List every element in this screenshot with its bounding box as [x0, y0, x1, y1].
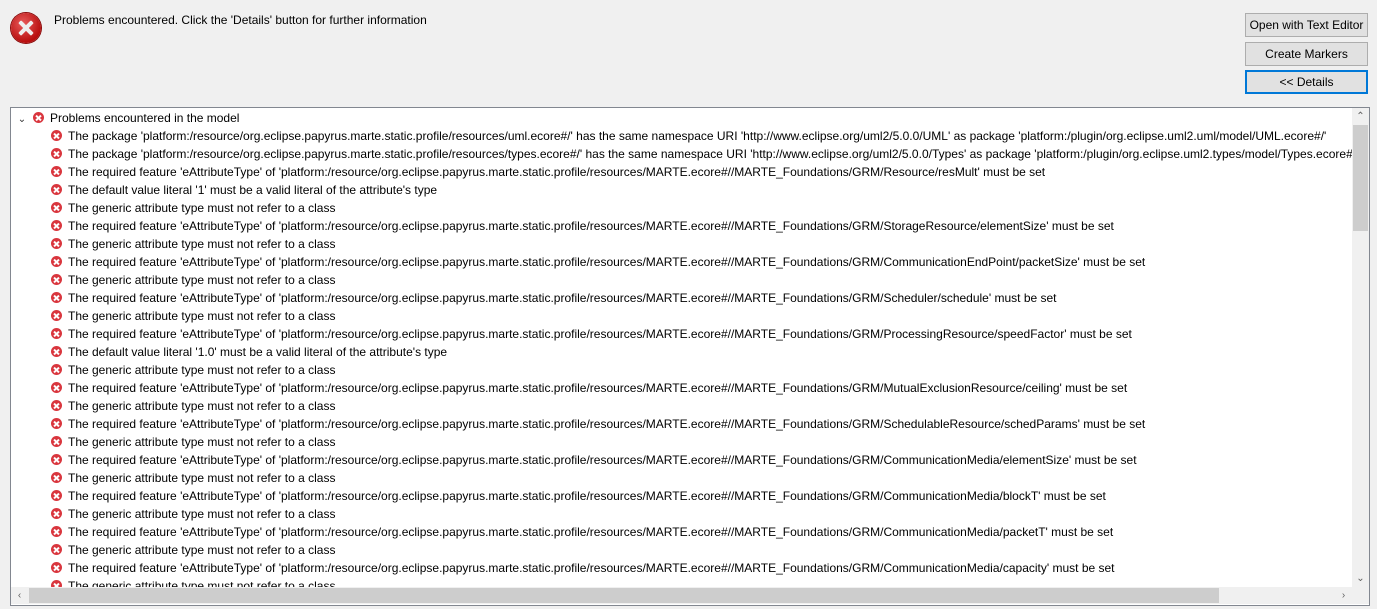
- error-icon: [51, 220, 62, 231]
- tree-item-label: The required feature 'eAttributeType' of…: [68, 327, 1132, 341]
- tree-item[interactable]: The generic attribute type must not refe…: [11, 361, 1352, 379]
- tree-item[interactable]: The generic attribute type must not refe…: [11, 271, 1352, 289]
- tree-item-label: The generic attribute type must not refe…: [68, 399, 336, 413]
- horizontal-scroll-thumb[interactable]: [29, 588, 1219, 603]
- tree-item[interactable]: The generic attribute type must not refe…: [11, 433, 1352, 451]
- tree-item[interactable]: The generic attribute type must not refe…: [11, 469, 1352, 487]
- tree-item-label: The required feature 'eAttributeType' of…: [68, 219, 1114, 233]
- tree-item[interactable]: The required feature 'eAttributeType' of…: [11, 217, 1352, 235]
- tree-item-label: The required feature 'eAttributeType' of…: [68, 561, 1115, 575]
- tree-item-label: The generic attribute type must not refe…: [68, 435, 336, 449]
- tree-item-label: The required feature 'eAttributeType' of…: [68, 453, 1137, 467]
- tree-root-label: Problems encountered in the model: [50, 111, 240, 125]
- tree-item[interactable]: The generic attribute type must not refe…: [11, 505, 1352, 523]
- tree-item-label: The generic attribute type must not refe…: [68, 507, 336, 521]
- error-icon: [51, 436, 62, 447]
- error-icon: [51, 202, 62, 213]
- error-icon: [51, 364, 62, 375]
- tree-item-label: The required feature 'eAttributeType' of…: [68, 417, 1146, 431]
- scrollbar-corner: [1352, 587, 1369, 604]
- error-icon: [51, 472, 62, 483]
- error-icon: [51, 310, 62, 321]
- tree-item[interactable]: The generic attribute type must not refe…: [11, 397, 1352, 415]
- tree-item-label: The package 'platform:/resource/org.ecli…: [68, 147, 1352, 161]
- tree-item-label: The default value literal '1' must be a …: [68, 183, 438, 197]
- error-icon: [51, 292, 62, 303]
- tree-item[interactable]: The generic attribute type must not refe…: [11, 199, 1352, 217]
- horizontal-scrollbar[interactable]: ‹ ›: [11, 587, 1352, 604]
- tree-item[interactable]: The generic attribute type must not refe…: [11, 235, 1352, 253]
- tree-item-label: The required feature 'eAttributeType' of…: [68, 165, 1046, 179]
- tree-item[interactable]: The required feature 'eAttributeType' of…: [11, 163, 1352, 181]
- vertical-scrollbar[interactable]: ⌃ ⌄: [1352, 108, 1369, 587]
- tree-item[interactable]: The required feature 'eAttributeType' of…: [11, 415, 1352, 433]
- error-icon: [51, 166, 62, 177]
- tree-item-label: The generic attribute type must not refe…: [68, 471, 336, 485]
- tree-item[interactable]: The generic attribute type must not refe…: [11, 307, 1352, 325]
- tree-item[interactable]: The required feature 'eAttributeType' of…: [11, 289, 1352, 307]
- open-with-text-editor-button[interactable]: Open with Text Editor: [1245, 13, 1368, 37]
- error-icon: [51, 418, 62, 429]
- tree-item[interactable]: The default value literal '1' must be a …: [11, 181, 1352, 199]
- tree-item[interactable]: The required feature 'eAttributeType' of…: [11, 253, 1352, 271]
- tree-item-label: The required feature 'eAttributeType' of…: [68, 525, 1114, 539]
- error-icon: [51, 454, 62, 465]
- error-message: Problems encountered. Click the 'Details…: [54, 13, 427, 27]
- tree-item[interactable]: The required feature 'eAttributeType' of…: [11, 379, 1352, 397]
- error-icon: [11, 13, 41, 43]
- scroll-left-icon[interactable]: ‹: [11, 587, 28, 604]
- tree-item[interactable]: The required feature 'eAttributeType' of…: [11, 559, 1352, 577]
- scroll-right-icon[interactable]: ›: [1335, 587, 1352, 604]
- details-button[interactable]: << Details: [1245, 70, 1368, 94]
- create-markers-button[interactable]: Create Markers: [1245, 42, 1368, 66]
- error-icon: [51, 544, 62, 555]
- error-icon: [51, 328, 62, 339]
- problems-tree[interactable]: ⌄ Problems encountered in the model The p…: [10, 107, 1370, 606]
- tree-item-label: The package 'platform:/resource/org.ecli…: [68, 129, 1327, 143]
- error-icon: [51, 274, 62, 285]
- tree-item-label: The generic attribute type must not refe…: [68, 309, 336, 323]
- error-icon: [51, 382, 62, 393]
- tree-item[interactable]: The package 'platform:/resource/org.ecli…: [11, 127, 1352, 145]
- tree-item[interactable]: The required feature 'eAttributeType' of…: [11, 325, 1352, 343]
- tree-item[interactable]: The required feature 'eAttributeType' of…: [11, 451, 1352, 469]
- tree-item-label: The generic attribute type must not refe…: [68, 543, 336, 557]
- tree-item-label: The required feature 'eAttributeType' of…: [68, 381, 1128, 395]
- tree-item[interactable]: The package 'platform:/resource/org.ecli…: [11, 145, 1352, 163]
- tree-item-label: The default value literal '1.0' must be …: [68, 345, 448, 359]
- error-icon: [51, 184, 62, 195]
- error-icon: [51, 238, 62, 249]
- error-icon: [33, 112, 44, 123]
- tree-item-label: The generic attribute type must not refe…: [68, 237, 336, 251]
- tree-item[interactable]: The default value literal '1.0' must be …: [11, 343, 1352, 361]
- tree-item-label: The required feature 'eAttributeType' of…: [68, 291, 1057, 305]
- tree-item-label: The generic attribute type must not refe…: [68, 363, 336, 377]
- tree-item[interactable]: The generic attribute type must not refe…: [11, 541, 1352, 559]
- tree-item-label: The required feature 'eAttributeType' of…: [68, 489, 1106, 503]
- scroll-down-icon[interactable]: ⌄: [1352, 570, 1369, 587]
- tree-item-label: The generic attribute type must not refe…: [68, 273, 336, 287]
- error-icon: [51, 130, 62, 141]
- tree-item[interactable]: The required feature 'eAttributeType' of…: [11, 487, 1352, 505]
- vertical-scroll-thumb[interactable]: [1353, 125, 1368, 231]
- tree-root-item[interactable]: ⌄ Problems encountered in the model: [11, 109, 1352, 127]
- error-icon: [51, 400, 62, 411]
- error-icon: [51, 562, 62, 573]
- error-icon: [51, 508, 62, 519]
- tree-item[interactable]: The required feature 'eAttributeType' of…: [11, 523, 1352, 541]
- tree-item-label: The required feature 'eAttributeType' of…: [68, 255, 1146, 269]
- error-icon: [51, 346, 62, 357]
- error-icon: [51, 490, 62, 501]
- tree-item-label: The generic attribute type must not refe…: [68, 201, 336, 215]
- error-icon: [51, 148, 62, 159]
- error-icon: [51, 256, 62, 267]
- error-icon: [51, 526, 62, 537]
- scroll-up-icon[interactable]: ⌃: [1352, 108, 1369, 125]
